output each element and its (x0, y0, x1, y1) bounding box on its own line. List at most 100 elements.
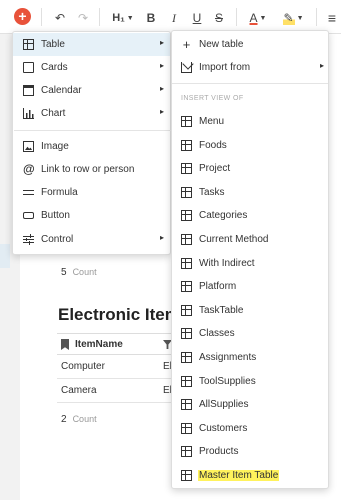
equals-icon (23, 187, 34, 198)
submenu-item-label: Customers (199, 423, 248, 434)
submenu-item-label: Current Method (199, 234, 269, 245)
chevron-down-icon: ▼ (126, 14, 134, 22)
submenu-item-label: Menu (199, 116, 225, 127)
submenu-view-item[interactable]: ToolSupplies (172, 370, 328, 393)
table-row[interactable]: Camera El (57, 379, 177, 403)
submenu-view-item[interactable]: Assignments (172, 346, 328, 369)
count-value: 5 (61, 267, 67, 278)
chevron-right-icon: ▸ (160, 84, 165, 93)
editor-toolbar: + ↶ ↷ H₁ ▼ B I U S A ▼ ✎ ▼ ≡ (0, 0, 341, 34)
menu-item-image[interactable]: Image (13, 135, 170, 158)
menu-item-link[interactable]: @ Link to row or person (13, 158, 170, 181)
submenu-view-item[interactable]: Foods (172, 134, 328, 157)
count-label: Count (72, 267, 97, 277)
submenu-view-item[interactable]: Platform (172, 275, 328, 298)
submenu-item-label: Master Item Table (198, 470, 280, 481)
submenu-item-label: ToolSupplies (199, 376, 256, 387)
submenu-view-item[interactable]: Customers (172, 417, 328, 440)
submenu-item-label: Classes (199, 328, 235, 339)
table-icon (181, 399, 192, 410)
submenu-view-item[interactable]: Master Item Table (172, 464, 328, 487)
table-cell: Camera (61, 385, 97, 396)
text-color-dropdown[interactable]: A ▼ (246, 9, 270, 27)
submenu-view-item[interactable]: Menu (172, 110, 328, 133)
menu-item-label: Chart (41, 108, 66, 119)
table-icon (181, 187, 192, 198)
table-icon (181, 258, 192, 269)
table-icon (181, 210, 192, 221)
menu-item-control[interactable]: Control ▸ (13, 228, 170, 251)
submenu-item-label: Products (199, 446, 239, 457)
submenu-view-item[interactable]: Tasks (172, 181, 328, 204)
menu-divider (172, 83, 328, 84)
toolbar-divider (236, 8, 237, 26)
menu-item-label: Table (41, 39, 65, 50)
submenu-item-label: Categories (199, 210, 248, 221)
strikethrough-button[interactable]: S (213, 9, 225, 27)
submenu-view-item[interactable]: AllSupplies (172, 393, 328, 416)
menu-divider (14, 130, 171, 131)
menu-item-table[interactable]: Table ▸ (13, 33, 170, 56)
table-icon (181, 163, 192, 174)
submenu-view-item[interactable]: Classes (172, 322, 328, 345)
undo-icon[interactable]: ↶ (53, 9, 67, 27)
menu-item-label: Image (41, 141, 69, 152)
submenu-item-new-table[interactable]: + New table (172, 33, 328, 56)
table-icon (181, 140, 192, 151)
menu-item-label: Button (41, 210, 70, 221)
submenu-item-label: With Indirect (199, 258, 255, 269)
menu-item-button[interactable]: Button (13, 204, 170, 227)
table-cell: Computer (61, 361, 105, 372)
submenu-item-import-from[interactable]: Import from ▸ (172, 56, 328, 79)
underline-button[interactable]: U (191, 9, 203, 27)
table-icon (181, 281, 192, 292)
toolbar-divider (41, 8, 42, 26)
submenu-view-item[interactable]: Current Method (172, 228, 328, 251)
chevron-right-icon: ▸ (320, 61, 325, 70)
submenu-view-item[interactable]: With Indirect (172, 252, 328, 275)
menu-item-calendar[interactable]: Calendar ▸ (13, 79, 170, 102)
redo-icon[interactable]: ↷ (76, 9, 90, 27)
heading-label: H₁ (112, 12, 125, 24)
menu-item-label: Formula (41, 187, 78, 198)
submenu-view-item[interactable]: Products (172, 440, 328, 463)
highlighter-icon: ✎ (282, 11, 295, 25)
section-title: Electronic Items (58, 305, 190, 324)
chevron-right-icon: ▸ (160, 61, 165, 70)
table-header[interactable]: ItemName (57, 333, 177, 355)
table-icon (181, 234, 192, 245)
menu-item-formula[interactable]: Formula (13, 181, 170, 204)
toolbar-divider (316, 8, 317, 26)
row-count-summary: 2 Count (61, 414, 97, 425)
count-value: 2 (61, 414, 67, 425)
italic-button[interactable]: I (168, 9, 180, 27)
submenu-item-label: TaskTable (199, 305, 244, 316)
submenu-view-item[interactable]: TaskTable (172, 299, 328, 322)
bold-button[interactable]: B (145, 9, 157, 27)
align-icon[interactable]: ≡ (325, 9, 339, 27)
chevron-down-icon: ▼ (296, 14, 304, 22)
at-icon: @ (23, 162, 35, 176)
table-icon (181, 423, 192, 434)
section-header: INSERT VIEW OF (181, 95, 244, 102)
image-icon (23, 141, 34, 152)
menu-item-cards[interactable]: Cards ▸ (13, 56, 170, 79)
table-icon (181, 116, 192, 127)
calendar-icon (23, 85, 34, 96)
button-icon (23, 212, 34, 219)
submenu-item-label: New table (199, 39, 244, 50)
table-icon (181, 446, 192, 457)
menu-item-chart[interactable]: Chart ▸ (13, 102, 170, 125)
submenu-view-item[interactable]: Categories (172, 204, 328, 227)
table-row[interactable]: Computer El (57, 355, 177, 379)
highlight-dropdown[interactable]: ✎ ▼ (280, 9, 306, 27)
submenu-view-item[interactable]: Project (172, 157, 328, 180)
menu-item-label: Control (41, 234, 74, 245)
heading-dropdown[interactable]: H₁ ▼ (109, 9, 137, 27)
menu-item-label: Calendar (41, 85, 82, 96)
add-plus-button[interactable]: + (14, 8, 31, 25)
table-submenu: + New table Import from ▸ INSERT VIEW OF… (171, 30, 329, 489)
menu-item-label: Cards (41, 62, 68, 73)
chevron-right-icon: ▸ (160, 107, 165, 116)
chevron-right-icon: ▸ (160, 38, 165, 47)
